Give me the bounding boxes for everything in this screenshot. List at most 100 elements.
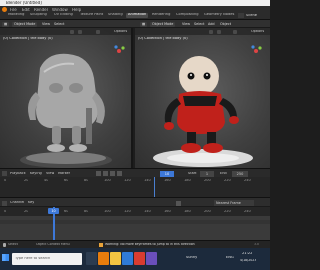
viewport-right-label: (0) Collection | the body (0) — [138, 37, 188, 40]
timeline-editor-icon[interactable] — [2, 171, 7, 176]
frame-label: 240 — [244, 209, 251, 213]
tab-compositing[interactable]: Compositing — [174, 13, 201, 18]
snap-mode-dropdown[interactable]: Nearest Frame — [214, 200, 254, 206]
options-dropdown-left[interactable]: Options — [114, 30, 127, 33]
frame-label: 220 — [224, 209, 231, 213]
frame-label: 80 — [84, 209, 89, 213]
play-icon[interactable] — [110, 171, 115, 176]
frame-label: 240 — [244, 179, 251, 182]
jump-end-icon[interactable] — [117, 171, 122, 176]
orientation-icon[interactable] — [78, 29, 82, 34]
file-explorer-icon[interactable] — [110, 252, 121, 265]
channel-menu[interactable]: Channel — [10, 201, 24, 205]
clock-time[interactable]: 21:22 — [242, 252, 252, 256]
weather-widget[interactable]: Sunny — [186, 256, 197, 260]
jump-start-icon[interactable] — [96, 171, 101, 176]
top-menu-bar: File Edit Render Window Help Modeling Sc… — [0, 6, 270, 20]
editor-type-icon[interactable]: ▦ — [2, 21, 10, 27]
frame-label: 60 — [64, 209, 69, 213]
frame-label: 180 — [184, 209, 191, 213]
dopesheet-ruler[interactable]: 0 20 60 80 100 120 140 160 180 200 220 2… — [0, 207, 270, 216]
keying-menu[interactable]: Keying — [30, 172, 42, 176]
tab-geometry-nodes[interactable]: Geometry Nodes — [202, 13, 236, 18]
frame-label: 140 — [144, 209, 151, 213]
frame-label: 200 — [204, 209, 211, 213]
view-menu-right[interactable]: View — [180, 22, 192, 27]
frame-label: 100 — [104, 209, 111, 213]
mode-dropdown-right[interactable]: Object Mode — [150, 21, 176, 27]
status-context-hint: Object Context Menu — [36, 243, 70, 246]
end-label: End — [220, 171, 227, 175]
current-frame-field[interactable]: 10 — [160, 170, 174, 177]
move-icon-right[interactable] — [209, 29, 213, 34]
select-menu[interactable]: Select — [52, 22, 66, 27]
frame-label: 20 — [24, 179, 29, 182]
scene-icon[interactable] — [238, 13, 244, 18]
frame-label: 80 — [84, 179, 89, 182]
orientation-icon-right[interactable] — [217, 29, 221, 34]
media-app-icon[interactable] — [134, 252, 145, 265]
frame-label: 0 — [4, 179, 7, 182]
timeline-view-menu[interactable]: View — [46, 172, 54, 176]
options-dropdown-right[interactable]: Options — [251, 30, 264, 33]
dopesheet-channels-area[interactable] — [0, 216, 270, 240]
frame-label: 180 — [184, 179, 191, 182]
move-icon[interactable] — [70, 29, 74, 34]
tab-animation[interactable]: Animation — [126, 13, 149, 18]
taskbar-search-box[interactable]: Type here to search — [12, 253, 82, 265]
key-menu[interactable]: Key — [28, 201, 34, 205]
windows-start-icon[interactable] — [2, 254, 9, 261]
language-indicator[interactable]: ENG — [226, 256, 234, 260]
snap-icon[interactable] — [96, 29, 100, 34]
menu-help[interactable]: Help — [72, 8, 81, 12]
add-menu-right[interactable]: Add — [206, 22, 217, 27]
timeline-playhead[interactable] — [154, 177, 155, 197]
play-reverse-icon[interactable] — [103, 171, 108, 176]
tab-rendering[interactable]: Rendering — [150, 13, 172, 18]
dopesheet-editor-icon[interactable] — [2, 200, 7, 206]
clay-robot-model[interactable] — [18, 48, 118, 168]
status-warning-message: Warning: No more keyframes to jump to in… — [105, 243, 195, 246]
editor-type-icon-right[interactable]: ▦ — [140, 21, 148, 27]
browser-icon[interactable] — [122, 252, 133, 265]
tab-texture-paint[interactable]: Texture Paint — [78, 13, 105, 18]
blender-logo-icon[interactable] — [2, 7, 7, 12]
tab-shading[interactable]: Shading — [106, 13, 125, 18]
menu-render[interactable]: Render — [34, 8, 48, 12]
menu-edit[interactable]: Edit — [22, 8, 30, 12]
snap-icon-right[interactable] — [233, 29, 237, 34]
tab-sculpting[interactable]: Sculpting — [28, 13, 49, 18]
tab-modeling[interactable]: Modeling — [6, 13, 26, 18]
start-frame-field[interactable]: 1 — [200, 170, 214, 177]
frame-label: 40 — [44, 179, 49, 182]
select-menu-right[interactable]: Select — [192, 22, 206, 27]
viewport-right[interactable]: Options (0) Collection | the body (0) — [135, 28, 270, 168]
timeline-ruler[interactable]: 0 20 40 60 80 100 120 140 160 180 200 22… — [0, 177, 270, 197]
end-frame-field[interactable]: 250 — [232, 170, 248, 177]
task-view-icon[interactable] — [86, 252, 97, 265]
summary-channel-row[interactable] — [0, 220, 270, 224]
blender-taskbar-icon[interactable] — [98, 252, 109, 265]
menu-window[interactable]: Window — [52, 8, 68, 12]
window-title: Blender [Untitled] — [6, 1, 42, 5]
tab-uv-editing[interactable]: UV Editing — [52, 13, 75, 18]
taskbar-search-placeholder: Type here to search — [15, 257, 51, 260]
object-menu-right[interactable]: Object — [218, 22, 233, 27]
viewport-left-toolbar: Options — [0, 28, 131, 35]
scene-selector[interactable]: Scene — [246, 14, 257, 18]
dopesheet-header: Channel Key Nearest Frame — [0, 197, 270, 207]
mode-dropdown[interactable]: Object Mode — [12, 21, 38, 27]
snap-toggle-icon[interactable] — [176, 200, 181, 206]
playback-menu[interactable]: Playback — [10, 172, 26, 176]
marker-menu[interactable]: Marker — [58, 172, 70, 176]
mouse-left-icon — [3, 243, 6, 247]
view-menu[interactable]: View — [40, 22, 52, 27]
warning-icon — [99, 243, 103, 247]
menu-file[interactable]: File — [10, 8, 17, 12]
status-select-hint: Select — [8, 243, 18, 246]
app-icon[interactable] — [146, 252, 157, 265]
dopesheet-frame-badge[interactable]: 10 — [48, 208, 59, 214]
viewport-left[interactable]: Options (0) Collection | the body (0) — [0, 28, 133, 168]
clock-date[interactable]: 4/18/2023 — [240, 259, 256, 262]
rendered-robot-model[interactable] — [147, 48, 257, 168]
